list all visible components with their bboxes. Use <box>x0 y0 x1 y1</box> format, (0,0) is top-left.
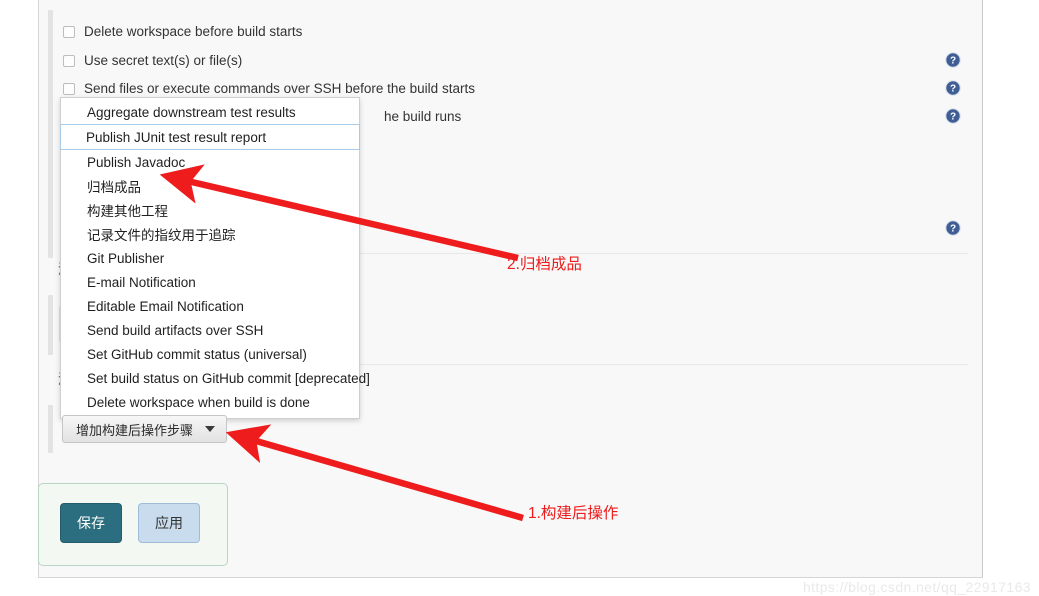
question-mark-circle-icon: ? <box>945 220 961 236</box>
question-mark-circle-icon: ? <box>945 80 961 96</box>
apply-button-label: 应用 <box>155 515 183 531</box>
menu-item-email-notification[interactable]: E-mail Notification <box>61 270 359 294</box>
add-post-build-step-button[interactable]: 增加构建后操作步骤 <box>62 415 228 443</box>
checkbox-label: he build runs <box>384 109 462 125</box>
checkbox-label: Send files or execute commands over SSH … <box>84 81 475 97</box>
menu-item-publish-javadoc[interactable]: Publish Javadoc <box>61 150 359 174</box>
menu-item-record-fingerprints[interactable]: 记录文件的指纹用于追踪 <box>61 222 359 246</box>
annotation-label-1: 1.构建后操作 <box>528 505 619 522</box>
save-button-label: 保存 <box>77 515 105 531</box>
section-accent-bar-middle <box>48 295 53 355</box>
svg-text:?: ? <box>950 224 956 235</box>
watermark: https://blog.csdn.net/qq_22917163 <box>802 579 1031 595</box>
section-accent-bar-top <box>48 10 53 258</box>
checkbox-label: Use secret text(s) or file(s) <box>84 53 243 69</box>
menu-item-archive-artifacts[interactable]: 归档成品 <box>61 174 359 198</box>
menu-item-git-publisher[interactable]: Git Publisher <box>61 246 359 270</box>
checkbox-icon[interactable] <box>63 55 75 67</box>
menu-item-set-github-commit-status-universal[interactable]: Set GitHub commit status (universal) <box>61 342 359 366</box>
help-icon-2[interactable]: ? <box>945 80 961 96</box>
post-build-action-menu[interactable]: Aggregate downstream test results Publis… <box>60 97 370 419</box>
add-post-build-step-label: 增加构建后操作步骤 <box>76 422 194 438</box>
svg-text:?: ? <box>950 56 956 67</box>
section-accent-bar-bottom <box>48 405 53 453</box>
question-mark-circle-icon: ? <box>945 52 961 68</box>
checkbox-label: Delete workspace before build starts <box>84 24 303 40</box>
question-mark-circle-icon: ? <box>945 108 961 124</box>
help-icon-3[interactable]: ? <box>945 108 961 124</box>
svg-text:?: ? <box>950 84 956 95</box>
menu-item-set-build-status-on-github-commit[interactable]: Set build status on GitHub commit [depre… <box>61 366 370 390</box>
help-icon-4[interactable]: ? <box>945 220 961 236</box>
checkbox-icon[interactable] <box>63 83 75 95</box>
save-button[interactable]: 保存 <box>60 503 122 543</box>
menu-item-editable-email-notification[interactable]: Editable Email Notification <box>61 294 359 318</box>
menu-item-aggregate-downstream-test-results[interactable]: Aggregate downstream test results <box>61 100 359 124</box>
menu-item-send-build-artifacts-over-ssh[interactable]: Send build artifacts over SSH <box>61 318 359 342</box>
checkbox-icon[interactable] <box>63 26 75 38</box>
help-icon-1[interactable]: ? <box>945 52 961 68</box>
svg-text:?: ? <box>950 112 956 123</box>
menu-item-build-other-projects[interactable]: 构建其他工程 <box>61 198 359 222</box>
checkbox-row-use-secret[interactable]: Use secret text(s) or file(s) <box>63 49 242 73</box>
screenshot-root: Delete workspace before build starts Use… <box>0 0 1039 596</box>
checkbox-row-delete-workspace[interactable]: Delete workspace before build starts <box>63 20 302 44</box>
menu-item-delete-workspace-when-build-is-done[interactable]: Delete workspace when build is done <box>61 390 359 414</box>
chevron-down-icon <box>205 426 216 432</box>
apply-button[interactable]: 应用 <box>138 503 200 543</box>
menu-item-publish-junit-test-result-report[interactable]: Publish JUnit test result report <box>60 124 360 150</box>
save-apply-bar: 保存 应用 <box>38 483 228 566</box>
annotation-label-2: 2.归档成品 <box>507 256 582 273</box>
